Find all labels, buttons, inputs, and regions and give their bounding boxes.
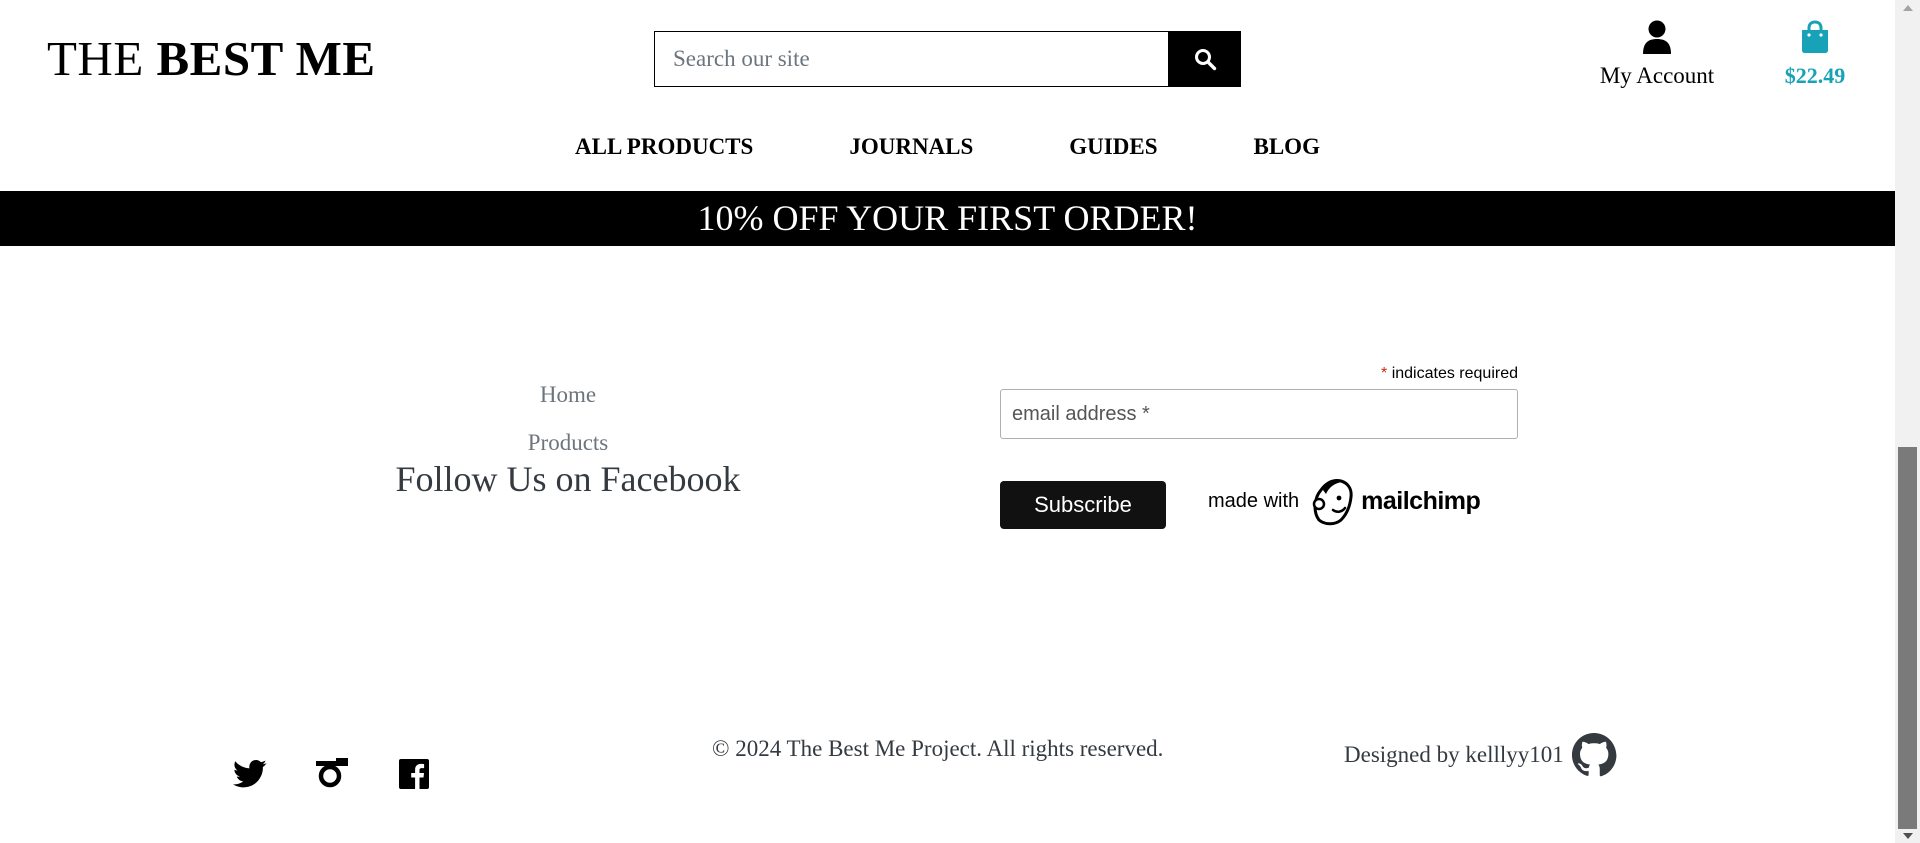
scroll-down-arrow[interactable] — [1903, 833, 1913, 839]
nav-blog[interactable]: BLOG — [1254, 134, 1320, 160]
search-bar — [654, 31, 1241, 87]
twitter-icon — [233, 759, 267, 788]
instagram-icon — [316, 758, 348, 788]
nav-journals[interactable]: JOURNALS — [849, 134, 973, 160]
logo-part-1: THE — [47, 31, 157, 86]
copyright: © 2024 The Best Me Project. All rights r… — [712, 736, 1164, 761]
nav-guides[interactable]: GUIDES — [1069, 134, 1157, 160]
footer-link-home[interactable]: Home — [360, 380, 776, 410]
my-account-link[interactable]: My Account — [1595, 20, 1719, 89]
logo-part-2: BEST ME — [156, 31, 376, 86]
designed-by-text: Designed by kelllyy101 — [1344, 742, 1564, 767]
subscribe-button[interactable]: Subscribe — [1000, 481, 1166, 529]
designer-credit[interactable]: Designed by kelllyy101 — [1344, 732, 1617, 778]
scrollbar-thumb[interactable] — [1898, 447, 1917, 829]
made-with-label: made with — [1208, 489, 1300, 512]
social-links — [232, 756, 432, 792]
search-input[interactable] — [654, 31, 1168, 87]
github-icon — [1571, 732, 1617, 777]
cart-total: $22.49 — [1784, 63, 1846, 88]
follow-facebook-link[interactable]: Follow Us on Facebook — [360, 461, 776, 497]
my-account-label: My Account — [1599, 63, 1715, 88]
site-logo[interactable]: THE BEST ME — [47, 30, 376, 87]
cart-link[interactable]: $22.49 — [1773, 20, 1857, 89]
promo-banner: 10% OFF YOUR FIRST ORDER! — [0, 191, 1895, 246]
newsletter-form: * indicates required Subscribe made with… — [1000, 365, 1518, 529]
facebook-icon — [399, 759, 429, 789]
twitter-link[interactable] — [232, 756, 268, 792]
mailchimp-freddie-icon — [1312, 479, 1353, 526]
vertical-scrollbar[interactable] — [1895, 0, 1920, 843]
user-icon — [1643, 20, 1671, 54]
mailchimp-badge[interactable]: made with mailchimp — [1208, 473, 1481, 529]
nav-all-products[interactable]: ALL PRODUCTS — [575, 134, 753, 160]
shopping-bag-icon — [1802, 20, 1828, 53]
required-note: * indicates required — [1000, 365, 1518, 383]
required-text: indicates required — [1387, 365, 1518, 382]
mailchimp-wordmark: mailchimp — [1361, 486, 1481, 515]
search-icon — [1194, 49, 1216, 71]
footer-links: Home Products Follow Us on Facebook — [360, 380, 776, 512]
footer-link-products[interactable]: Products — [360, 428, 776, 458]
page: THE BEST ME My Account $22.49 ALL PRODUC… — [0, 0, 1895, 843]
scroll-up-arrow[interactable] — [1903, 5, 1913, 11]
email-field[interactable] — [1000, 389, 1518, 439]
main-nav: ALL PRODUCTS JOURNALS GUIDES BLOG — [0, 134, 1895, 160]
search-button[interactable] — [1168, 31, 1241, 87]
facebook-link[interactable] — [396, 756, 432, 792]
instagram-link[interactable] — [314, 756, 350, 792]
